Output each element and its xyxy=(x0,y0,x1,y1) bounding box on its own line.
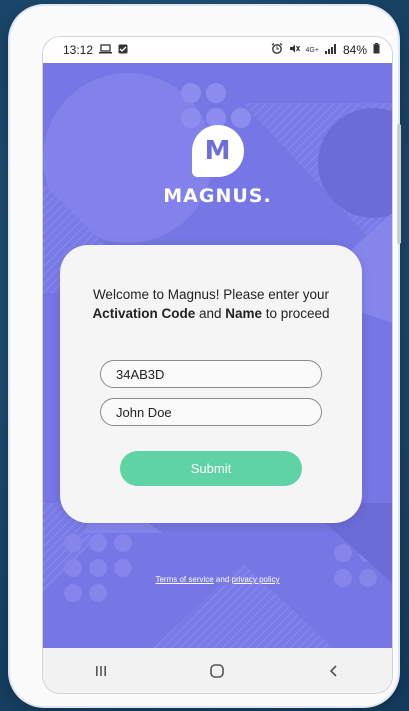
footer-links: Terms of service and privacy policy xyxy=(155,575,280,584)
status-bar: 13:12 4G+ 84% xyxy=(43,37,392,63)
side-button xyxy=(397,124,401,244)
brand-name: MAGNUS. xyxy=(163,185,272,207)
screen: 13:12 4G+ 84% M MAGNUS. Welcome to Magnu… xyxy=(42,36,393,694)
battery-icon xyxy=(373,43,380,57)
logo-letter: M xyxy=(204,136,231,166)
recent-apps-icon[interactable] xyxy=(71,656,131,686)
mute-icon xyxy=(289,43,300,57)
privacy-policy-link[interactable]: privacy policy xyxy=(232,575,280,584)
alarm-icon xyxy=(271,42,283,57)
signal-icon xyxy=(324,43,337,57)
magnus-logo: M xyxy=(191,125,244,177)
home-icon[interactable] xyxy=(187,656,247,686)
activation-code-label: Activation Code xyxy=(92,306,196,321)
name-input[interactable]: John Doe xyxy=(100,398,322,426)
message-icon xyxy=(118,44,128,57)
activation-code-input[interactable]: 34AB3D xyxy=(100,360,322,388)
app-content: M MAGNUS. Welcome to Magnus! Please ente… xyxy=(43,63,392,648)
4g-icon: 4G+ xyxy=(305,46,319,54)
submit-button[interactable]: Submit xyxy=(120,451,302,486)
welcome-message: Welcome to Magnus! Please enter your Act… xyxy=(92,287,330,321)
navigation-bar xyxy=(43,648,392,693)
activation-card: Welcome to Magnus! Please enter your Act… xyxy=(60,245,362,523)
terms-of-service-link[interactable]: Terms of service xyxy=(155,575,213,584)
back-icon[interactable] xyxy=(304,656,364,686)
battery-percent: 84% xyxy=(342,43,367,57)
status-time: 13:12 xyxy=(63,43,94,57)
name-label: Name xyxy=(225,306,263,321)
phone-frame: 13:12 4G+ 84% M MAGNUS. Welcome to Magnu… xyxy=(10,6,401,706)
laptop-icon xyxy=(99,43,113,57)
